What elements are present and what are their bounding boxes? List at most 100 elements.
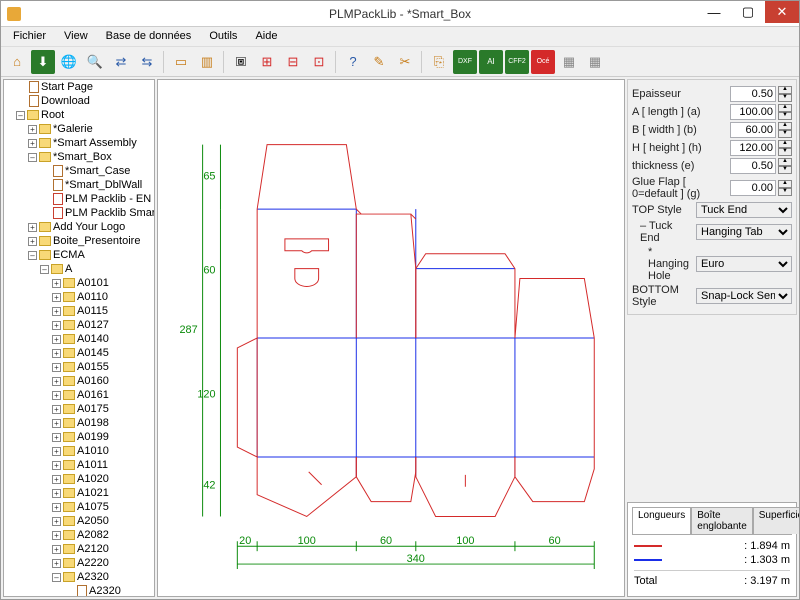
export1-icon[interactable]: ⎘ bbox=[427, 50, 451, 74]
tree-toggle[interactable]: + bbox=[52, 517, 61, 526]
spin-up-icon[interactable]: ▲ bbox=[778, 158, 792, 166]
spin-up-icon[interactable]: ▲ bbox=[778, 122, 792, 130]
tree-toggle[interactable]: + bbox=[52, 531, 61, 540]
minimize-button[interactable]: — bbox=[697, 1, 731, 23]
tab-boite[interactable]: Boîte englobante bbox=[691, 507, 752, 534]
spin-up-icon[interactable]: ▲ bbox=[778, 180, 792, 188]
prop-input[interactable] bbox=[730, 122, 776, 138]
tree-item[interactable]: A0101 bbox=[77, 276, 109, 290]
export-ai-icon[interactable]: AI bbox=[479, 50, 503, 74]
prop-input[interactable] bbox=[730, 86, 776, 102]
tree-item[interactable]: ECMA bbox=[53, 248, 85, 262]
grid3-icon[interactable]: ⊡ bbox=[307, 50, 331, 74]
globe-icon[interactable]: 🌐 bbox=[57, 50, 81, 74]
export-cff2-icon[interactable]: CFF2 bbox=[505, 50, 529, 74]
menu-base-de-donnees[interactable]: Base de données bbox=[100, 29, 198, 44]
tree-toggle[interactable]: + bbox=[52, 349, 61, 358]
grid1-icon[interactable]: ⊞ bbox=[255, 50, 279, 74]
tool2-icon[interactable]: ✂ bbox=[393, 50, 417, 74]
tree-item[interactable]: A1075 bbox=[77, 500, 109, 514]
tree-toggle[interactable]: + bbox=[52, 489, 61, 498]
prop-select[interactable]: Snap-Lock Semi-Auto bbox=[696, 288, 792, 304]
box1-icon[interactable]: ▦ bbox=[557, 50, 581, 74]
tree-item[interactable]: A1020 bbox=[77, 472, 109, 486]
spin-down-icon[interactable]: ▼ bbox=[778, 148, 792, 156]
tree-toggle[interactable]: – bbox=[40, 265, 49, 274]
tree-toggle[interactable]: – bbox=[28, 251, 37, 260]
spin-down-icon[interactable]: ▼ bbox=[778, 166, 792, 174]
prop-select[interactable]: Euro bbox=[696, 256, 792, 272]
tree-toggle[interactable]: + bbox=[52, 447, 61, 456]
tree-item[interactable]: *Smart_Box bbox=[53, 150, 112, 164]
tree-item[interactable]: A0199 bbox=[77, 430, 109, 444]
tree-item[interactable]: A1010 bbox=[77, 444, 109, 458]
tree-toggle[interactable]: – bbox=[16, 111, 25, 120]
tree-toggle[interactable]: + bbox=[52, 545, 61, 554]
spin-up-icon[interactable]: ▲ bbox=[778, 86, 792, 94]
tree-toggle[interactable]: + bbox=[52, 321, 61, 330]
search-icon[interactable]: 🔍 bbox=[83, 50, 107, 74]
tree-item[interactable]: A0175 bbox=[77, 402, 109, 416]
tree-item[interactable]: A0198 bbox=[77, 416, 109, 430]
close-button[interactable]: ✕ bbox=[765, 1, 799, 23]
maximize-button[interactable]: ▢ bbox=[731, 1, 765, 23]
export-dxf-icon[interactable]: DXF bbox=[453, 50, 477, 74]
box2-icon[interactable]: ▦ bbox=[583, 50, 607, 74]
spin-up-icon[interactable]: ▲ bbox=[778, 104, 792, 112]
tree-item[interactable]: PLM Packlib - EN bbox=[65, 192, 151, 206]
tree-item[interactable]: A0140 bbox=[77, 332, 109, 346]
prop-select[interactable]: Hanging Tab bbox=[696, 224, 792, 240]
tree-toggle[interactable]: + bbox=[52, 559, 61, 568]
drawing-canvas[interactable]: 65 60 287 120 42 20 100 60 bbox=[157, 79, 625, 597]
tree-item[interactable]: A2082 bbox=[77, 528, 109, 542]
tree-toggle[interactable]: + bbox=[28, 223, 37, 232]
tree-item[interactable]: *Smart_DblWall bbox=[65, 178, 142, 192]
spin-up-icon[interactable]: ▲ bbox=[778, 140, 792, 148]
tree-item[interactable]: A2320 bbox=[77, 570, 109, 584]
tab-longueurs[interactable]: Longueurs bbox=[632, 507, 691, 534]
tree-item[interactable]: Download bbox=[41, 94, 90, 108]
tree-item[interactable]: *Smart Assembly bbox=[53, 136, 137, 150]
spin-down-icon[interactable]: ▼ bbox=[778, 130, 792, 138]
page-icon[interactable]: ▭ bbox=[169, 50, 193, 74]
tree-toggle[interactable]: + bbox=[52, 293, 61, 302]
prop-select[interactable]: Tuck End bbox=[696, 202, 792, 218]
tree-item[interactable]: A0127 bbox=[77, 318, 109, 332]
menu-aide[interactable]: Aide bbox=[249, 29, 283, 44]
tree-item[interactable]: A bbox=[65, 262, 72, 276]
tree-toggle[interactable]: + bbox=[52, 475, 61, 484]
tree-item[interactable]: A0145 bbox=[77, 346, 109, 360]
menu-outils[interactable]: Outils bbox=[203, 29, 243, 44]
tree-item[interactable]: A1021 bbox=[77, 486, 109, 500]
tree-toggle[interactable]: + bbox=[28, 237, 37, 246]
spin-down-icon[interactable]: ▼ bbox=[778, 188, 792, 196]
swap-icon[interactable]: ⇆ bbox=[135, 50, 159, 74]
prop-input[interactable] bbox=[730, 104, 776, 120]
tree-toggle[interactable]: + bbox=[52, 377, 61, 386]
stack-icon[interactable]: ▥ bbox=[195, 50, 219, 74]
tree-toggle[interactable]: + bbox=[52, 335, 61, 344]
tab-superficie[interactable]: Superficie bbox=[753, 507, 799, 534]
tree-item[interactable]: A2220 bbox=[77, 556, 109, 570]
prop-input[interactable] bbox=[730, 180, 776, 196]
tree-item[interactable]: Root bbox=[41, 108, 64, 122]
tree-item[interactable]: Boite_Presentoire bbox=[53, 234, 140, 248]
tree-toggle[interactable]: – bbox=[52, 573, 61, 582]
menu-view[interactable]: View bbox=[58, 29, 94, 44]
tree-item[interactable]: A0161 bbox=[77, 388, 109, 402]
zoom-fit-icon[interactable]: 🞖 bbox=[229, 50, 253, 74]
tree-toggle[interactable]: + bbox=[28, 125, 37, 134]
tree-toggle[interactable]: + bbox=[52, 363, 61, 372]
spin-down-icon[interactable]: ▼ bbox=[778, 94, 792, 102]
download-icon[interactable]: ⬇ bbox=[31, 50, 55, 74]
tree-toggle[interactable]: + bbox=[52, 307, 61, 316]
tree-item[interactable]: A0115 bbox=[77, 304, 108, 318]
home-icon[interactable]: ⌂ bbox=[5, 50, 29, 74]
help-icon[interactable]: ? bbox=[341, 50, 365, 74]
prop-input[interactable] bbox=[730, 140, 776, 156]
grid2-icon[interactable]: ⊟ bbox=[281, 50, 305, 74]
tree-toggle[interactable]: + bbox=[52, 433, 61, 442]
tree-item[interactable]: Start Page bbox=[41, 80, 93, 94]
tree-item[interactable]: A0110 bbox=[77, 290, 108, 304]
tree-toggle[interactable]: + bbox=[52, 405, 61, 414]
